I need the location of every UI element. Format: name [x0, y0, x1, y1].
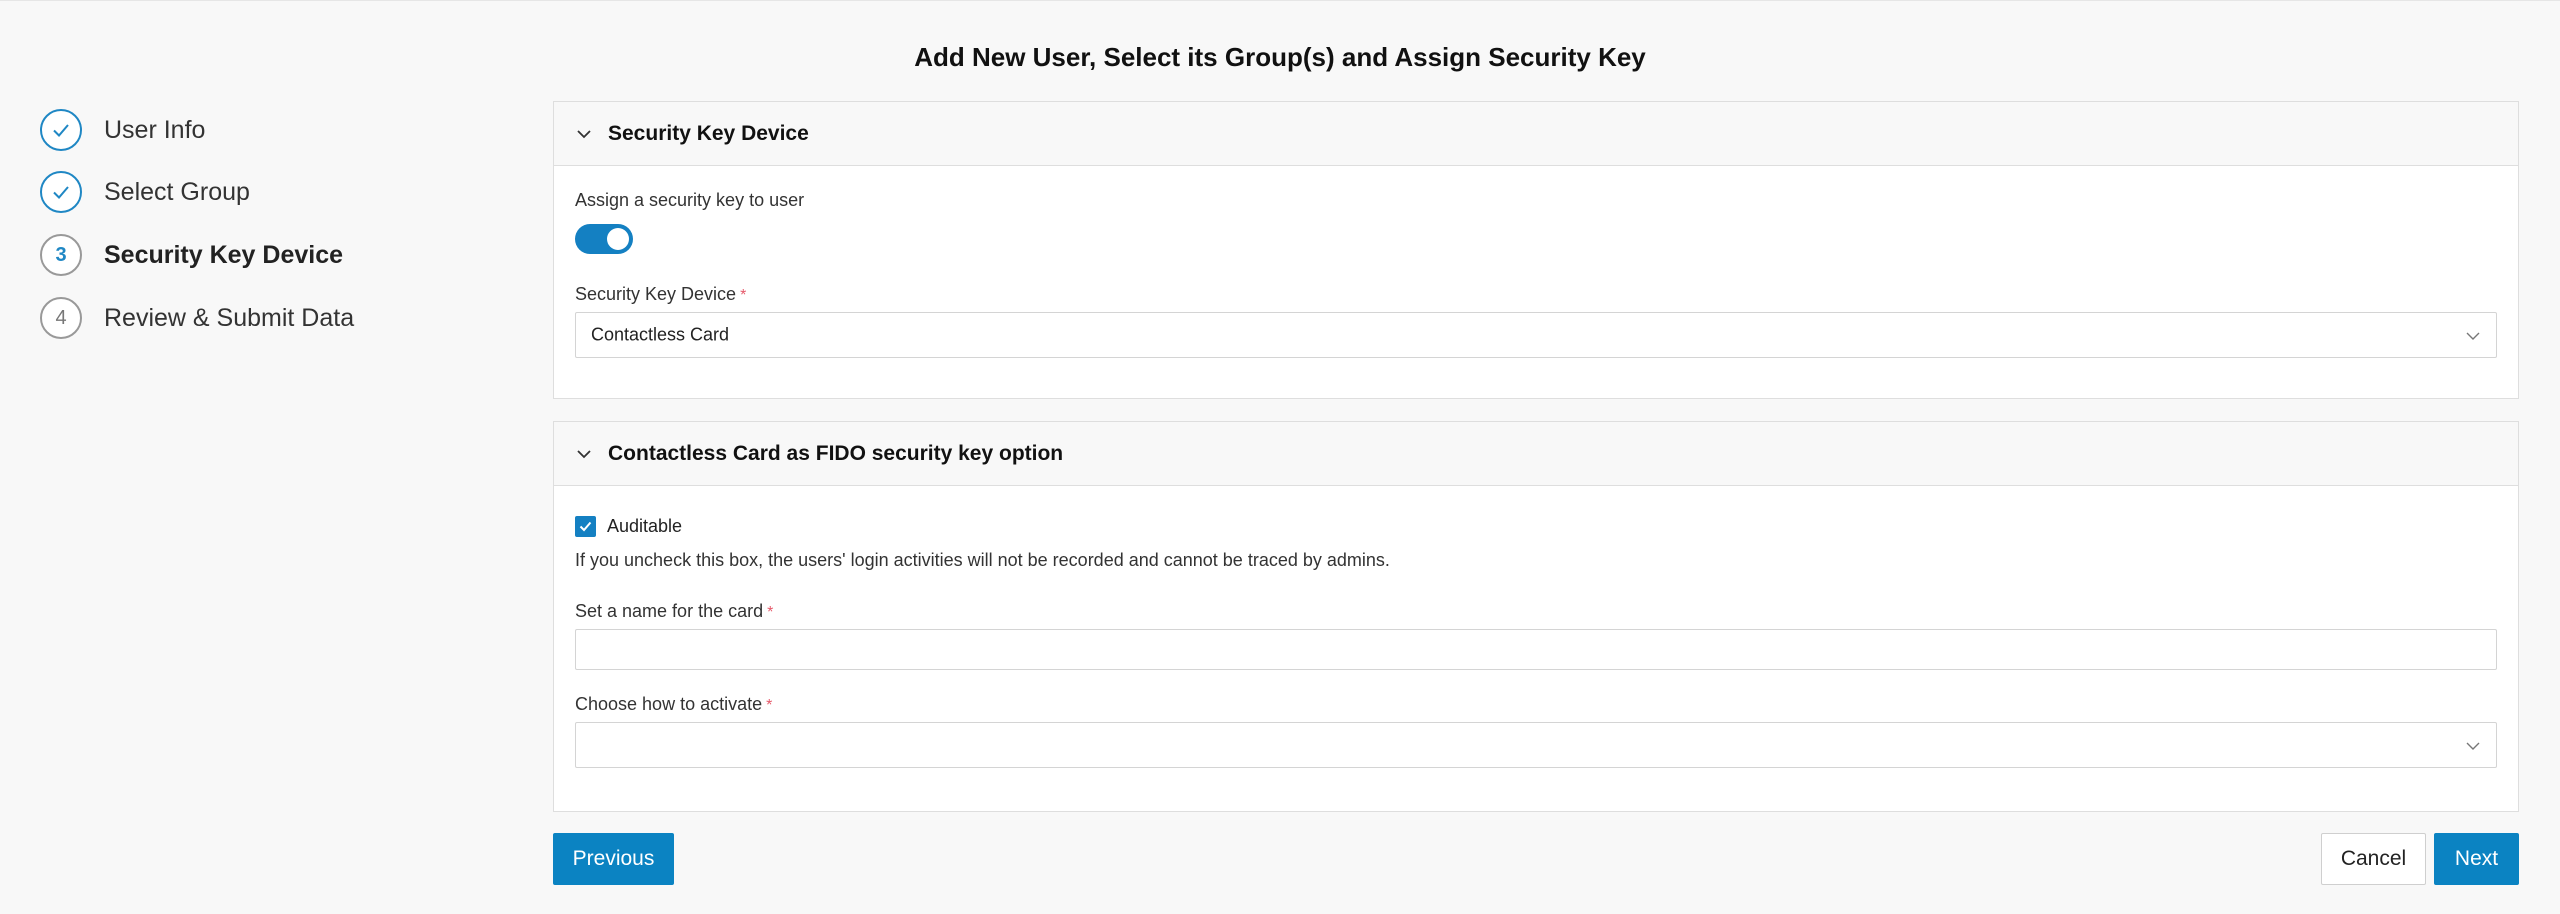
top-divider	[0, 0, 2560, 1]
security-key-panel: Security Key Device Assign a security ke…	[553, 101, 2519, 399]
check-icon	[579, 521, 592, 532]
step-number: 3	[40, 234, 82, 276]
panel-title: Security Key Device	[608, 121, 809, 145]
check-icon	[40, 171, 82, 213]
step-label: Security Key Device	[104, 240, 344, 269]
next-button[interactable]: Next	[2434, 833, 2519, 885]
device-label: Security Key Device *	[575, 284, 747, 304]
security-key-panel-header[interactable]: Security Key Device	[554, 102, 2518, 166]
required-marker: *	[740, 287, 747, 304]
previous-button[interactable]: Previous	[553, 833, 674, 885]
assign-key-label: Assign a security key to user	[575, 190, 805, 210]
card-name-label: Set a name for the card *	[575, 601, 774, 621]
page: Add New User, Select its Group(s) and As…	[0, 0, 2560, 914]
card-name-input[interactable]	[575, 629, 2497, 670]
device-select[interactable]: Contactless Card	[575, 312, 2497, 358]
step-label: User Info	[104, 115, 206, 144]
step-number: 4	[40, 297, 82, 339]
step-label: Select Group	[104, 177, 250, 206]
chevron-down-icon	[2464, 739, 2482, 751]
required-marker: *	[766, 697, 773, 714]
fido-options-panel-header[interactable]: Contactless Card as FIDO security key op…	[554, 422, 2518, 486]
step-review-submit[interactable]: 4 Review & Submit Data	[40, 296, 354, 340]
auditable-label[interactable]: Auditable	[607, 516, 682, 537]
device-select-value: Contactless Card	[591, 324, 730, 345]
chevron-down-icon[interactable]	[574, 124, 594, 144]
assign-key-toggle[interactable]	[575, 224, 633, 254]
activate-label: Choose how to activate *	[575, 694, 773, 714]
panel-title: Contactless Card as FIDO security key op…	[608, 441, 1064, 465]
fido-options-panel: Contactless Card as FIDO security key op…	[553, 421, 2519, 812]
step-select-group[interactable]: Select Group	[40, 170, 250, 214]
auditable-help-text: If you uncheck this box, the users' logi…	[575, 550, 1390, 570]
step-security-key-device[interactable]: 3 Security Key Device	[40, 233, 343, 277]
required-marker: *	[767, 604, 774, 621]
chevron-down-icon	[2464, 329, 2482, 341]
cancel-button[interactable]: Cancel	[2321, 833, 2426, 885]
chevron-down-icon[interactable]	[574, 444, 594, 464]
step-user-info[interactable]: User Info	[40, 108, 205, 152]
step-label: Review & Submit Data	[104, 303, 355, 332]
auditable-checkbox[interactable]	[575, 516, 596, 537]
activate-select[interactable]	[575, 722, 2497, 768]
toggle-knob	[607, 228, 629, 250]
check-icon	[40, 109, 82, 151]
page-title: Add New User, Select its Group(s) and As…	[914, 42, 1646, 72]
